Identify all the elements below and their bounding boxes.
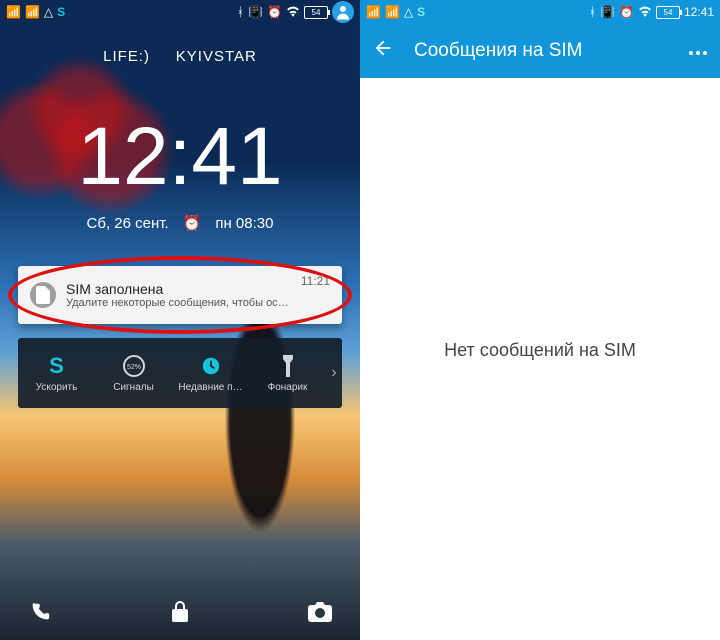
empty-state-text: Нет сообщений на SIM xyxy=(360,340,720,361)
quick-tray: S Ускорить 52% Сигналы Недавние п… Фонар… xyxy=(18,338,342,408)
signal-icon: 📶 xyxy=(385,5,400,19)
vibrate-icon: 📳 xyxy=(600,5,615,19)
tray-expand[interactable]: › xyxy=(326,364,342,382)
battery-icon: 54 xyxy=(304,6,328,19)
lockscreen-phone: 📶 📶 △ S ᚼ 📳 ⏰ 54 LIFE:) KYIVSTAR 12:41 С… xyxy=(0,0,360,640)
profile-avatar[interactable] xyxy=(332,1,354,23)
s-app-icon: S xyxy=(57,5,65,19)
lock-clock: 12:41 xyxy=(0,110,360,204)
lock-date-row: Сб, 26 сент. ⏰ пн 08:30 xyxy=(0,214,360,232)
alarm-icon: ⏰ xyxy=(183,214,202,232)
battery-icon: 54 xyxy=(656,6,680,19)
chevron-right-icon: › xyxy=(331,364,336,382)
carrier-2: KYIVSTAR xyxy=(176,48,257,65)
carrier-1: LIFE:) xyxy=(103,48,150,65)
back-button[interactable] xyxy=(372,37,394,65)
camera-shortcut[interactable] xyxy=(306,598,334,626)
phone-shortcut[interactable] xyxy=(26,598,54,626)
vibrate-icon: 📳 xyxy=(248,5,263,19)
flashlight-icon xyxy=(276,354,300,378)
screen-title: Сообщения на SIM xyxy=(414,40,668,62)
arrow-left-icon xyxy=(372,37,394,59)
tray-boost[interactable]: S Ускорить xyxy=(18,354,95,393)
status-bar: 📶 📶 △ S ᚼ 📳 ⏰ 54 12:41 xyxy=(360,0,720,24)
svg-text:52%: 52% xyxy=(126,364,140,371)
lock-icon xyxy=(170,600,190,624)
carrier-row: LIFE:) KYIVSTAR xyxy=(0,48,360,65)
signal-none-icon: △ xyxy=(404,5,413,19)
status-bar: 📶 📶 △ S ᚼ 📳 ⏰ 54 xyxy=(0,0,360,24)
alarm-icon: ⏰ xyxy=(267,5,282,19)
notification-time: 11:21 xyxy=(301,274,330,288)
sim-messages-phone: 📶 📶 △ S ᚼ 📳 ⏰ 54 12:41 Сообщения на SIM … xyxy=(360,0,720,640)
wifi-icon xyxy=(286,5,300,20)
alarm-icon: ⏰ xyxy=(619,5,634,19)
s-app-icon: S xyxy=(45,354,69,378)
gauge-icon: 52% xyxy=(122,354,146,378)
notification-title: SIM заполнена xyxy=(66,281,291,297)
bluetooth-icon: ᚼ xyxy=(237,5,244,19)
tray-signals[interactable]: 52% Сигналы xyxy=(95,354,172,393)
s-app-icon: S xyxy=(417,5,425,19)
signal-icon: 📶 xyxy=(6,5,21,19)
camera-icon xyxy=(308,602,332,622)
wifi-icon xyxy=(638,5,652,20)
notification-card[interactable]: SIM заполнена Удалите некоторые сообщени… xyxy=(18,266,342,324)
sim-card-icon xyxy=(30,282,56,308)
overflow-menu[interactable] xyxy=(688,40,708,62)
status-time: 12:41 xyxy=(684,5,714,19)
app-bar: Сообщения на SIM xyxy=(360,24,720,78)
signal-icon: 📶 xyxy=(25,5,40,19)
more-horiz-icon xyxy=(688,50,708,56)
lock-indicator[interactable] xyxy=(166,598,194,626)
lock-date: Сб, 26 сент. xyxy=(87,215,169,232)
notification-body: Удалите некоторые сообщения, чтобы освоб… xyxy=(66,297,291,309)
bluetooth-icon: ᚼ xyxy=(589,5,596,19)
clock-icon xyxy=(199,354,223,378)
phone-icon xyxy=(29,601,51,623)
next-alarm: пн 08:30 xyxy=(215,215,273,232)
tray-recent[interactable]: Недавние п… xyxy=(172,354,249,393)
tray-flashlight[interactable]: Фонарик xyxy=(249,354,326,393)
signal-icon: 📶 xyxy=(366,5,381,19)
signal-none-icon: △ xyxy=(44,5,53,19)
